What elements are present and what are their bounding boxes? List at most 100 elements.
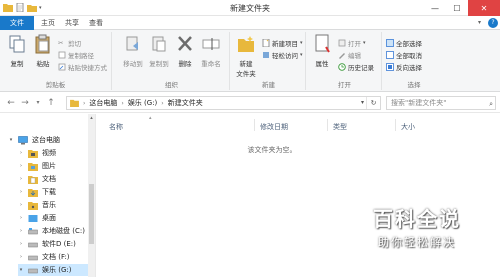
open-group: 属性 打开 ▾ 编辑 历史记录 打开 [308, 32, 382, 90]
breadcrumb-this-pc[interactable]: 这台电脑 [89, 98, 117, 108]
paste-shortcut-icon [58, 63, 66, 71]
chevron-down-icon[interactable]: ▾ [478, 19, 486, 27]
rename-button[interactable]: 重命名 [198, 34, 224, 68]
history-icon [338, 63, 346, 71]
column-header-type[interactable]: 类型 [333, 122, 347, 132]
invert-selection-button[interactable]: 反向选择 [386, 62, 422, 72]
column-divider[interactable] [395, 119, 396, 131]
nav-item-videos[interactable]: › 视频 [18, 147, 56, 159]
expand-icon[interactable]: ▾ [8, 137, 14, 143]
scrollbar-thumb[interactable] [89, 184, 94, 244]
column-header-date[interactable]: 修改日期 [260, 122, 288, 132]
nav-item-drive-g[interactable]: ▾ 娱乐 (G:) [18, 264, 88, 276]
expand-icon[interactable]: › [18, 241, 24, 247]
edit-icon [339, 53, 345, 59]
breadcrumb-drive-g[interactable]: 娱乐 (G:) [128, 98, 157, 108]
nav-label: 下载 [42, 188, 56, 196]
music-folder-icon [28, 201, 38, 210]
select-group-label: 选择 [407, 81, 421, 89]
delete-label: 删除 [178, 60, 192, 68]
breadcrumb-separator-icon[interactable]: › [161, 100, 163, 107]
delete-button[interactable]: 删除 [172, 34, 198, 68]
nav-item-desktop[interactable]: › 桌面 [18, 212, 56, 224]
expand-icon[interactable]: › [18, 150, 24, 156]
nav-label: 桌面 [42, 214, 56, 222]
help-icon[interactable]: ? [488, 18, 498, 28]
expand-icon[interactable]: › [18, 254, 24, 260]
select-all-button[interactable]: 全部选择 [386, 38, 422, 48]
move-to-button[interactable]: 移动到 [120, 34, 146, 68]
nav-item-pictures[interactable]: › 图片 [18, 160, 56, 172]
column-divider[interactable] [254, 119, 255, 131]
address-bar[interactable]: › 这台电脑 › 娱乐 (G:) › 新建文件夹 ▾ ↻ [66, 96, 381, 110]
easy-access-icon [263, 52, 269, 58]
paste-icon [35, 34, 50, 54]
select-none-button[interactable]: 全部取消 [386, 50, 422, 60]
edit-button[interactable]: 编辑 [338, 50, 361, 60]
copy-path-button[interactable]: 复制路径 [58, 50, 94, 60]
properties-icon [315, 34, 330, 53]
copy-to-button[interactable]: 复制到 [146, 34, 172, 68]
search-input[interactable]: 搜索"新建文件夹" ⌕ [386, 96, 496, 110]
expand-icon[interactable]: ▾ [18, 267, 24, 273]
nav-item-drive-e[interactable]: › 软件D (E:) [18, 238, 76, 250]
nav-item-documents[interactable]: › 文档 [18, 173, 56, 185]
search-placeholder: 搜索"新建文件夹" [391, 99, 447, 107]
chevron-down-icon[interactable]: ▾ [361, 99, 364, 106]
refresh-button[interactable]: ↻ [366, 97, 380, 109]
tab-home[interactable]: 主页 [36, 16, 60, 30]
back-button[interactable]: ← [6, 98, 16, 108]
breadcrumb-new-folder[interactable]: 新建文件夹 [168, 98, 203, 108]
nav-item-this-pc[interactable]: ▾ 这台电脑 [8, 134, 60, 146]
column-divider[interactable] [327, 119, 328, 131]
tab-view[interactable]: 查看 [84, 16, 108, 30]
recent-locations-button[interactable]: ▾ [33, 98, 43, 108]
new-item-button[interactable]: 新建项目 ▾ [262, 38, 303, 48]
easy-access-label: 轻松访问 [272, 52, 298, 60]
nav-item-downloads[interactable]: › 下载 [18, 186, 56, 198]
expand-icon[interactable]: › [18, 189, 24, 195]
paste-label: 粘贴 [36, 60, 50, 68]
paste-shortcut-button[interactable]: 粘贴快捷方式 [58, 62, 107, 72]
history-button[interactable]: 历史记录 [338, 62, 374, 72]
close-button[interactable]: ✕ [468, 0, 500, 16]
new-folder-button[interactable]: 新建 文件夹 [234, 34, 258, 78]
tab-share[interactable]: 共享 [60, 16, 84, 30]
cut-button[interactable]: ✂ 剪切 [58, 38, 81, 48]
expand-icon[interactable]: › [18, 228, 24, 234]
properties-button[interactable]: 属性 [310, 34, 334, 68]
column-header-size[interactable]: 大小 [401, 122, 415, 132]
minimize-button[interactable]: — [424, 0, 446, 16]
cut-label: 剪切 [68, 40, 81, 48]
column-header-name[interactable]: 名称 [109, 122, 123, 132]
copy-path-icon [58, 51, 66, 59]
clipboard-group-label: 剪贴板 [45, 81, 66, 89]
drive-icon [28, 268, 38, 273]
nav-item-drive-c[interactable]: › 本地磁盘 (C:) [18, 225, 85, 237]
expand-icon[interactable]: › [18, 215, 24, 221]
up-button[interactable]: ↑ [46, 98, 56, 108]
tab-file[interactable]: 文件 [0, 16, 34, 30]
forward-button[interactable]: → [20, 98, 30, 108]
nav-scrollbar[interactable]: ▴ [88, 114, 95, 277]
expand-icon[interactable]: › [18, 176, 24, 182]
ribbon-tabs: 文件 主页 共享 查看 ▾ ? [0, 16, 500, 30]
easy-access-button[interactable]: 轻松访问 ▾ [262, 50, 303, 60]
nav-item-music[interactable]: › 音乐 [18, 199, 56, 211]
new-item-icon [262, 39, 270, 47]
watermark-title: 百科全说 [373, 207, 461, 231]
breadcrumb-separator-icon[interactable]: › [121, 100, 123, 107]
title-bar: ▾ 新建文件夹 — ☐ ✕ [0, 0, 500, 16]
copy-label: 复制 [10, 60, 24, 68]
scroll-up-icon[interactable]: ▴ [88, 115, 95, 121]
nav-item-drive-f[interactable]: › 文档 (F:) [18, 251, 70, 263]
maximize-button[interactable]: ☐ [446, 0, 468, 16]
open-icon [338, 39, 346, 47]
invert-selection-icon [386, 63, 394, 71]
rename-label: 重命名 [201, 60, 221, 68]
open-button[interactable]: 打开 ▾ [338, 38, 366, 48]
expand-icon[interactable]: › [18, 202, 24, 208]
copy-button[interactable]: 复制 [4, 34, 30, 68]
paste-button[interactable]: 粘贴 [30, 34, 56, 68]
expand-icon[interactable]: › [18, 163, 24, 169]
